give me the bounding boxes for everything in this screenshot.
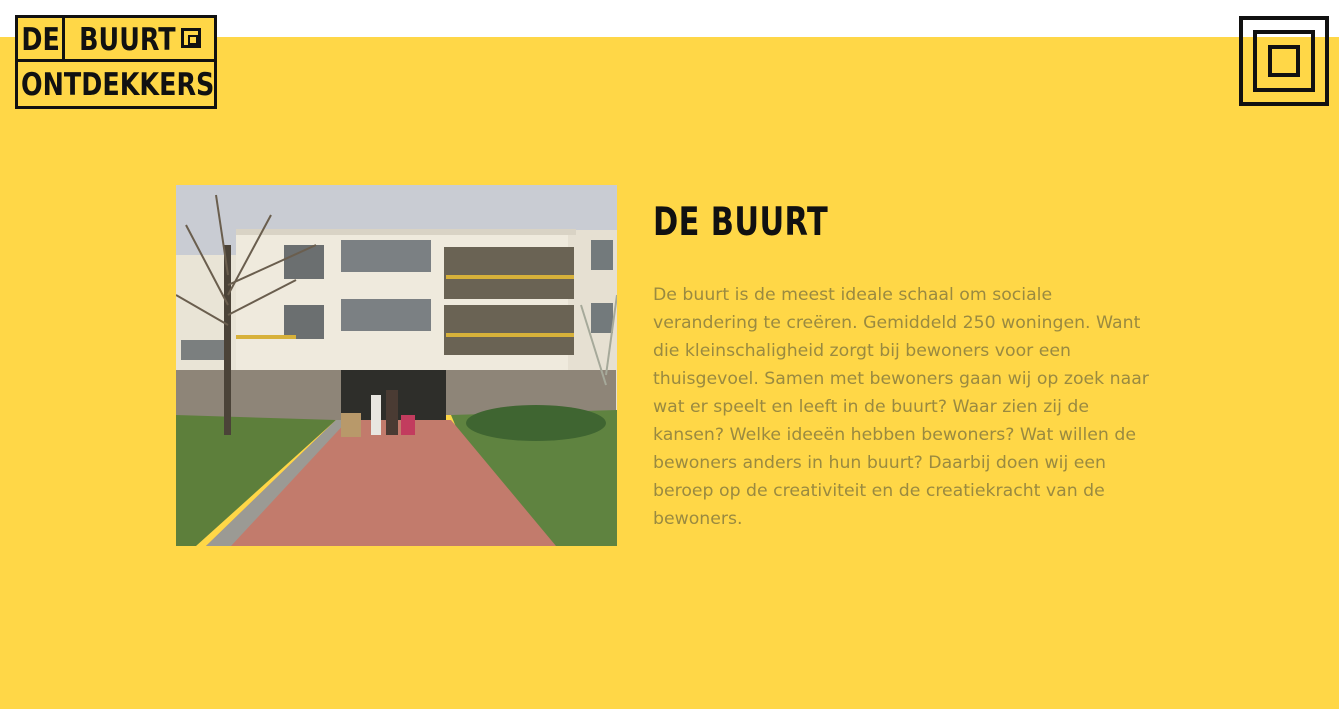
logo-word-de: DE <box>21 22 60 58</box>
logo-divider <box>62 18 65 59</box>
logo-squares-icon <box>181 28 201 48</box>
logo-word-ontdekkers: ONTDEKKERS <box>21 67 215 103</box>
section-title: DE BUURT <box>653 200 829 245</box>
menu-icon-inner-square <box>1268 45 1300 77</box>
logo[interactable]: DE BUURT ONTDEKKERS <box>15 15 217 109</box>
section-body-text: De buurt is de meest ideale schaal om so… <box>653 285 1149 529</box>
logo-top-row: DE BUURT <box>18 18 214 62</box>
neighborhood-photo <box>176 185 617 546</box>
menu-icon[interactable] <box>1239 16 1329 106</box>
logo-word-buurt: BUURT <box>79 22 176 58</box>
